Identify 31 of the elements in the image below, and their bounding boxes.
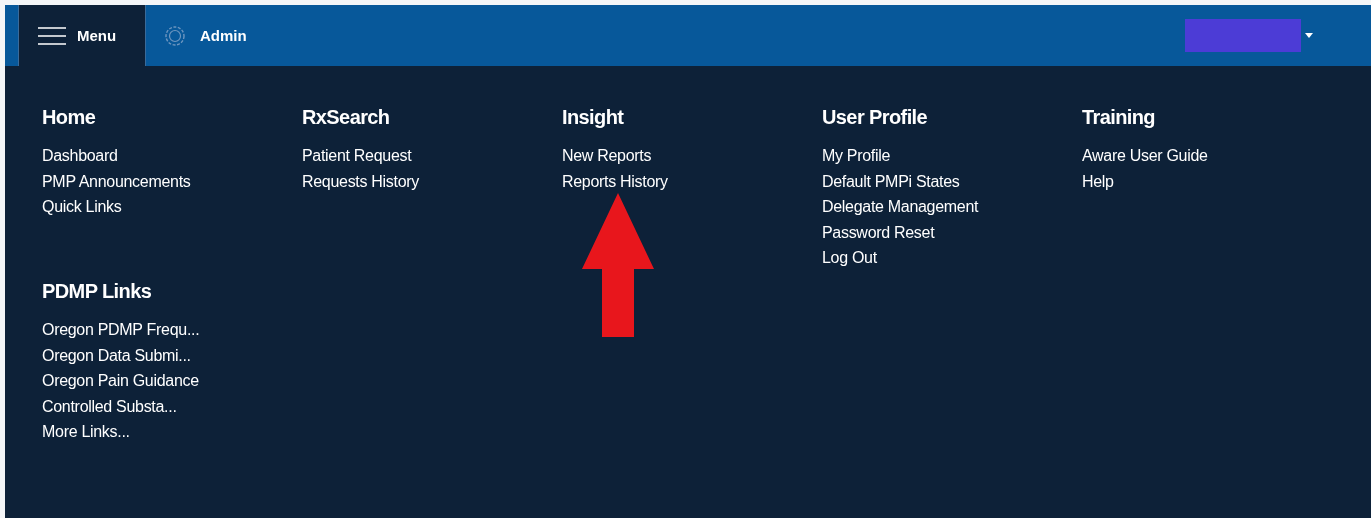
menu-icon <box>37 26 67 45</box>
section-heading: RxSearch <box>302 106 390 129</box>
section-heading: Home <box>42 106 96 129</box>
menu-link[interactable]: PMP Announcements <box>42 168 191 195</box>
menu-link[interactable]: Quick Links <box>42 194 122 220</box>
menu-link[interactable]: Oregon PDMP Frequ... <box>42 316 200 343</box>
menu-link[interactable]: Aware User Guide <box>1082 143 1208 169</box>
section-heading: Training <box>1082 106 1155 129</box>
gear-icon <box>164 24 186 47</box>
section-heading: Insight <box>562 106 624 129</box>
menu-link[interactable]: Oregon Data Submi... <box>42 342 191 369</box>
menu-link[interactable]: Patient Request <box>302 143 412 169</box>
menu-link[interactable]: Reports History <box>562 168 668 195</box>
admin-label: Admin <box>200 27 247 44</box>
menu-link[interactable]: Requests History <box>302 168 420 195</box>
menu-link[interactable]: Delegate Management <box>822 194 979 220</box>
menu-link[interactable]: New Reports <box>562 143 652 169</box>
menu-link[interactable]: Password Reset <box>822 219 935 246</box>
menu-link[interactable]: Help <box>1082 168 1114 195</box>
menu-link[interactable]: More Links... <box>42 419 130 445</box>
menu-link[interactable]: Dashboard <box>42 143 118 169</box>
section-heading: User Profile <box>822 106 928 129</box>
menu-button[interactable]: Menu <box>18 5 146 66</box>
section-heading: PDMP Links <box>42 279 152 303</box>
caret-icon[interactable] <box>1305 33 1313 38</box>
menu-link[interactable]: Log Out <box>822 245 877 271</box>
menu-link[interactable]: My Profile <box>822 143 891 169</box>
menu-link[interactable]: Oregon Pain Guidance <box>42 368 199 394</box>
menu-link[interactable]: Default PMPi States <box>822 168 960 195</box>
menu-link[interactable]: Controlled Substa... <box>42 393 177 420</box>
admin-link[interactable]: Admin <box>164 24 247 47</box>
